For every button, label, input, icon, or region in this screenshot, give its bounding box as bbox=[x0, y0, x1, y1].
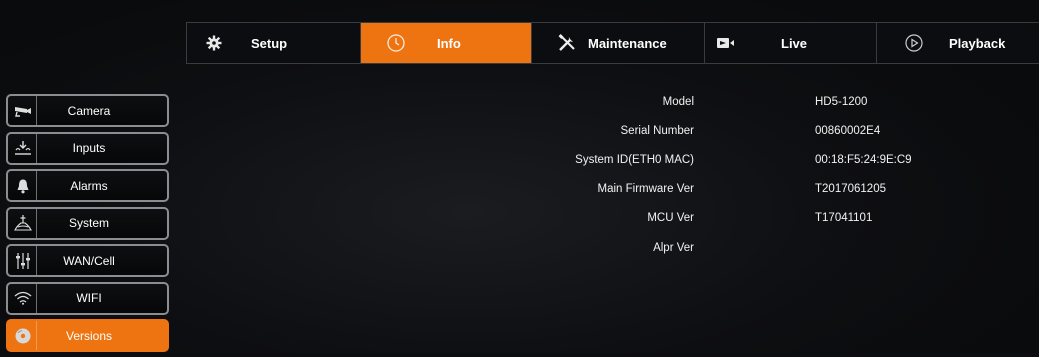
tab-maintenance[interactable]: Maintenance bbox=[531, 23, 704, 63]
tools-icon bbox=[556, 32, 578, 54]
sidebar-item-label: WIFI bbox=[76, 291, 102, 305]
tab-setup[interactable]: Setup bbox=[186, 23, 360, 63]
top-nav-bar: Setup Info Maintenance Live Playback bbox=[186, 22, 1039, 64]
sidebar-item-label: Versions bbox=[65, 328, 113, 343]
tab-info[interactable]: Info bbox=[360, 23, 531, 63]
info-value: 00860002E4 bbox=[815, 125, 881, 137]
tab-live[interactable]: Live bbox=[704, 23, 876, 63]
info-label: MCU Ver bbox=[647, 212, 694, 224]
info-row-alpr-ver: Alpr Ver bbox=[0, 242, 1039, 258]
info-value: HD5-1200 bbox=[815, 96, 868, 108]
info-label: Serial Number bbox=[620, 125, 695, 137]
disc-icon bbox=[10, 321, 37, 350]
info-label: Alpr Ver bbox=[653, 242, 694, 254]
sidebar-item-versions[interactable]: Versions bbox=[6, 319, 169, 352]
wifi-icon bbox=[10, 283, 37, 313]
video-camera-icon bbox=[715, 32, 737, 54]
info-value: T2017061205 bbox=[815, 183, 886, 195]
tab-info-label: Info bbox=[437, 35, 461, 51]
tab-live-label: Live bbox=[781, 35, 808, 51]
tab-maintenance-label: Maintenance bbox=[588, 35, 667, 51]
info-row-mcu-ver: MCU Ver T17041101 bbox=[0, 212, 1039, 228]
info-label: System ID(ETH0 MAC) bbox=[575, 154, 694, 166]
info-row-main-firmware: Main Firmware Ver T2017061205 bbox=[0, 183, 1039, 199]
gear-icon bbox=[203, 32, 225, 54]
play-circle-icon bbox=[903, 32, 925, 54]
sidebar-item-label: Inputs bbox=[72, 141, 106, 155]
info-label: Main Firmware Ver bbox=[597, 183, 695, 195]
info-label: Model bbox=[662, 96, 694, 108]
tab-playback[interactable]: Playback bbox=[876, 23, 1039, 63]
clock-icon bbox=[385, 32, 407, 54]
info-row-model: Model HD5-1200 bbox=[0, 96, 1039, 112]
tab-playback-label: Playback bbox=[949, 35, 1006, 51]
info-value: T17041101 bbox=[815, 212, 873, 224]
tab-setup-label: Setup bbox=[251, 35, 288, 51]
info-row-system-id: System ID(ETH0 MAC) 00:18:F5:24:9E:C9 bbox=[0, 154, 1039, 170]
info-row-serial-number: Serial Number 00860002E4 bbox=[0, 125, 1039, 141]
sidebar-item-wifi[interactable]: WIFI bbox=[6, 281, 169, 315]
info-value: 00:18:F5:24:9E:C9 bbox=[815, 154, 912, 166]
